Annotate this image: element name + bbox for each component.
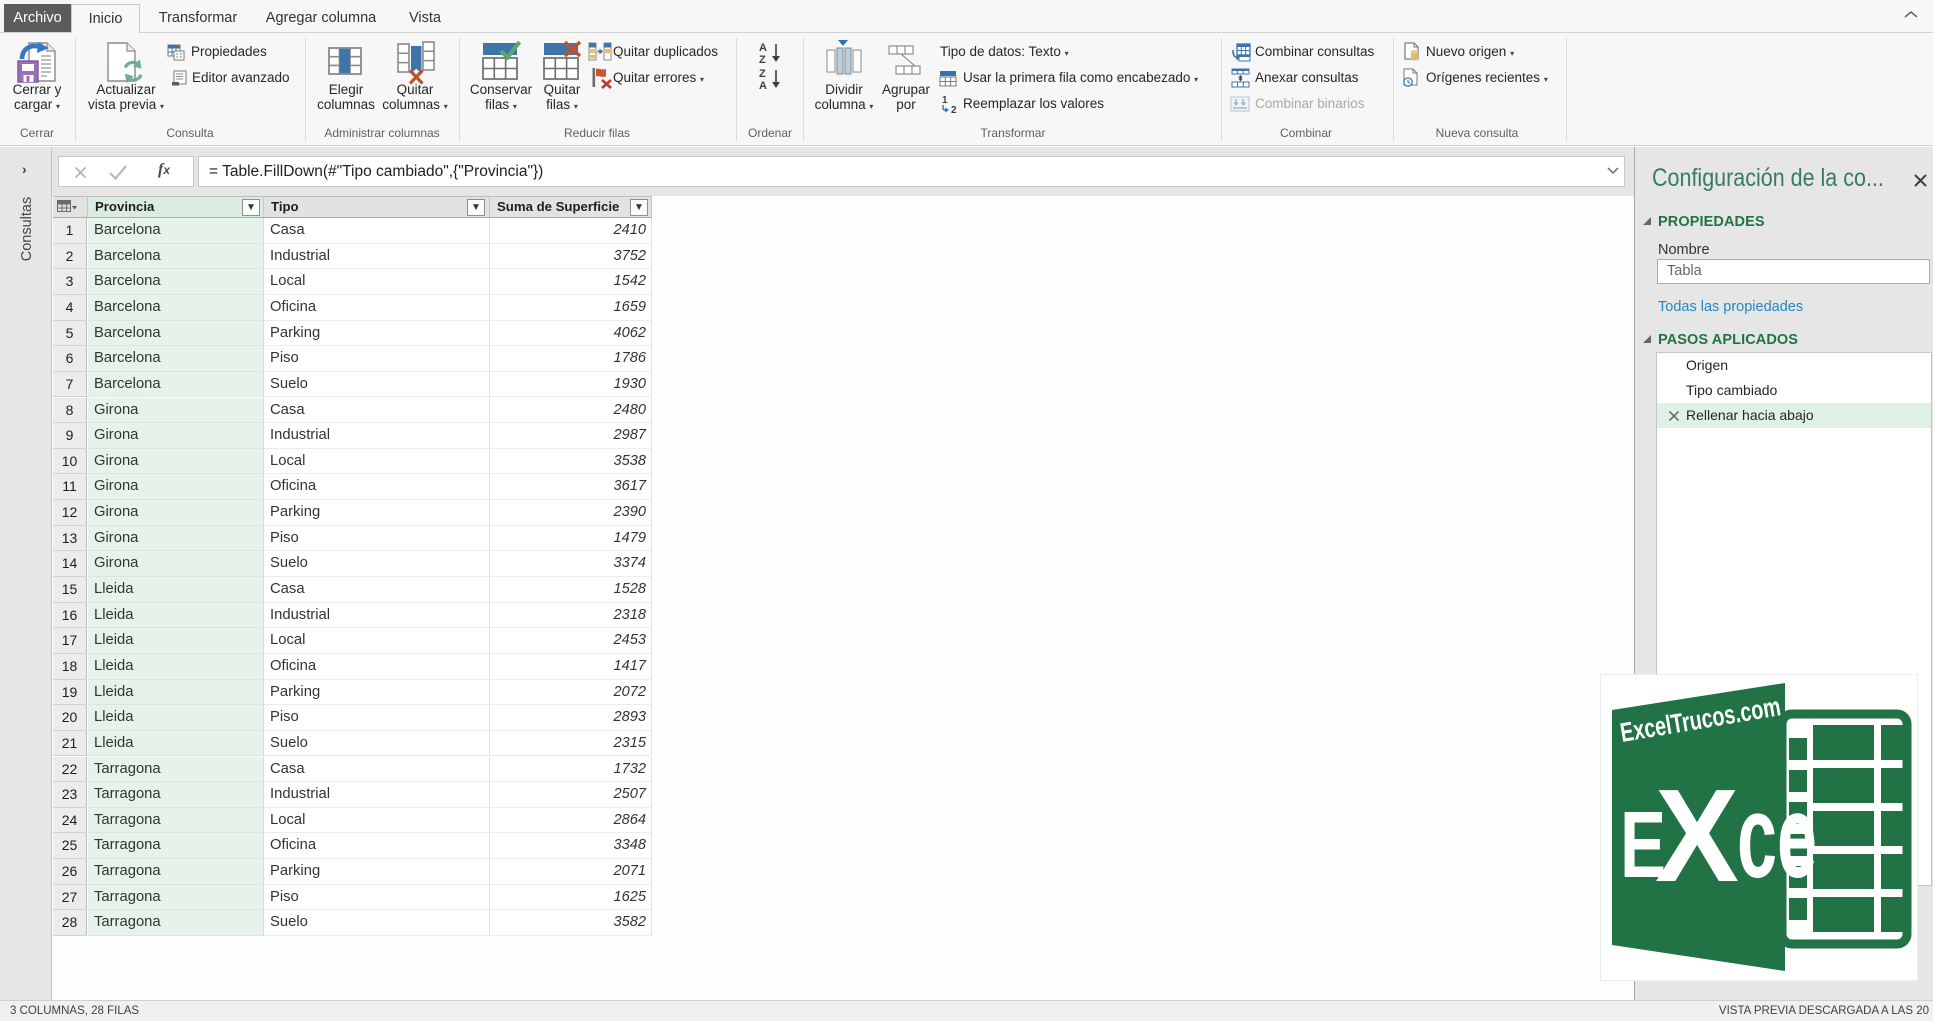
svg-text:ce: ce — [1737, 771, 1817, 903]
svg-text:Z: Z — [759, 54, 766, 65]
svg-text:X: X — [1655, 762, 1739, 909]
svg-text:A: A — [759, 80, 767, 91]
svg-text:1: 1 — [942, 95, 948, 106]
svg-text:2: 2 — [951, 105, 957, 114]
svg-text:Z: Z — [759, 68, 766, 80]
svg-text:A: A — [759, 42, 767, 54]
